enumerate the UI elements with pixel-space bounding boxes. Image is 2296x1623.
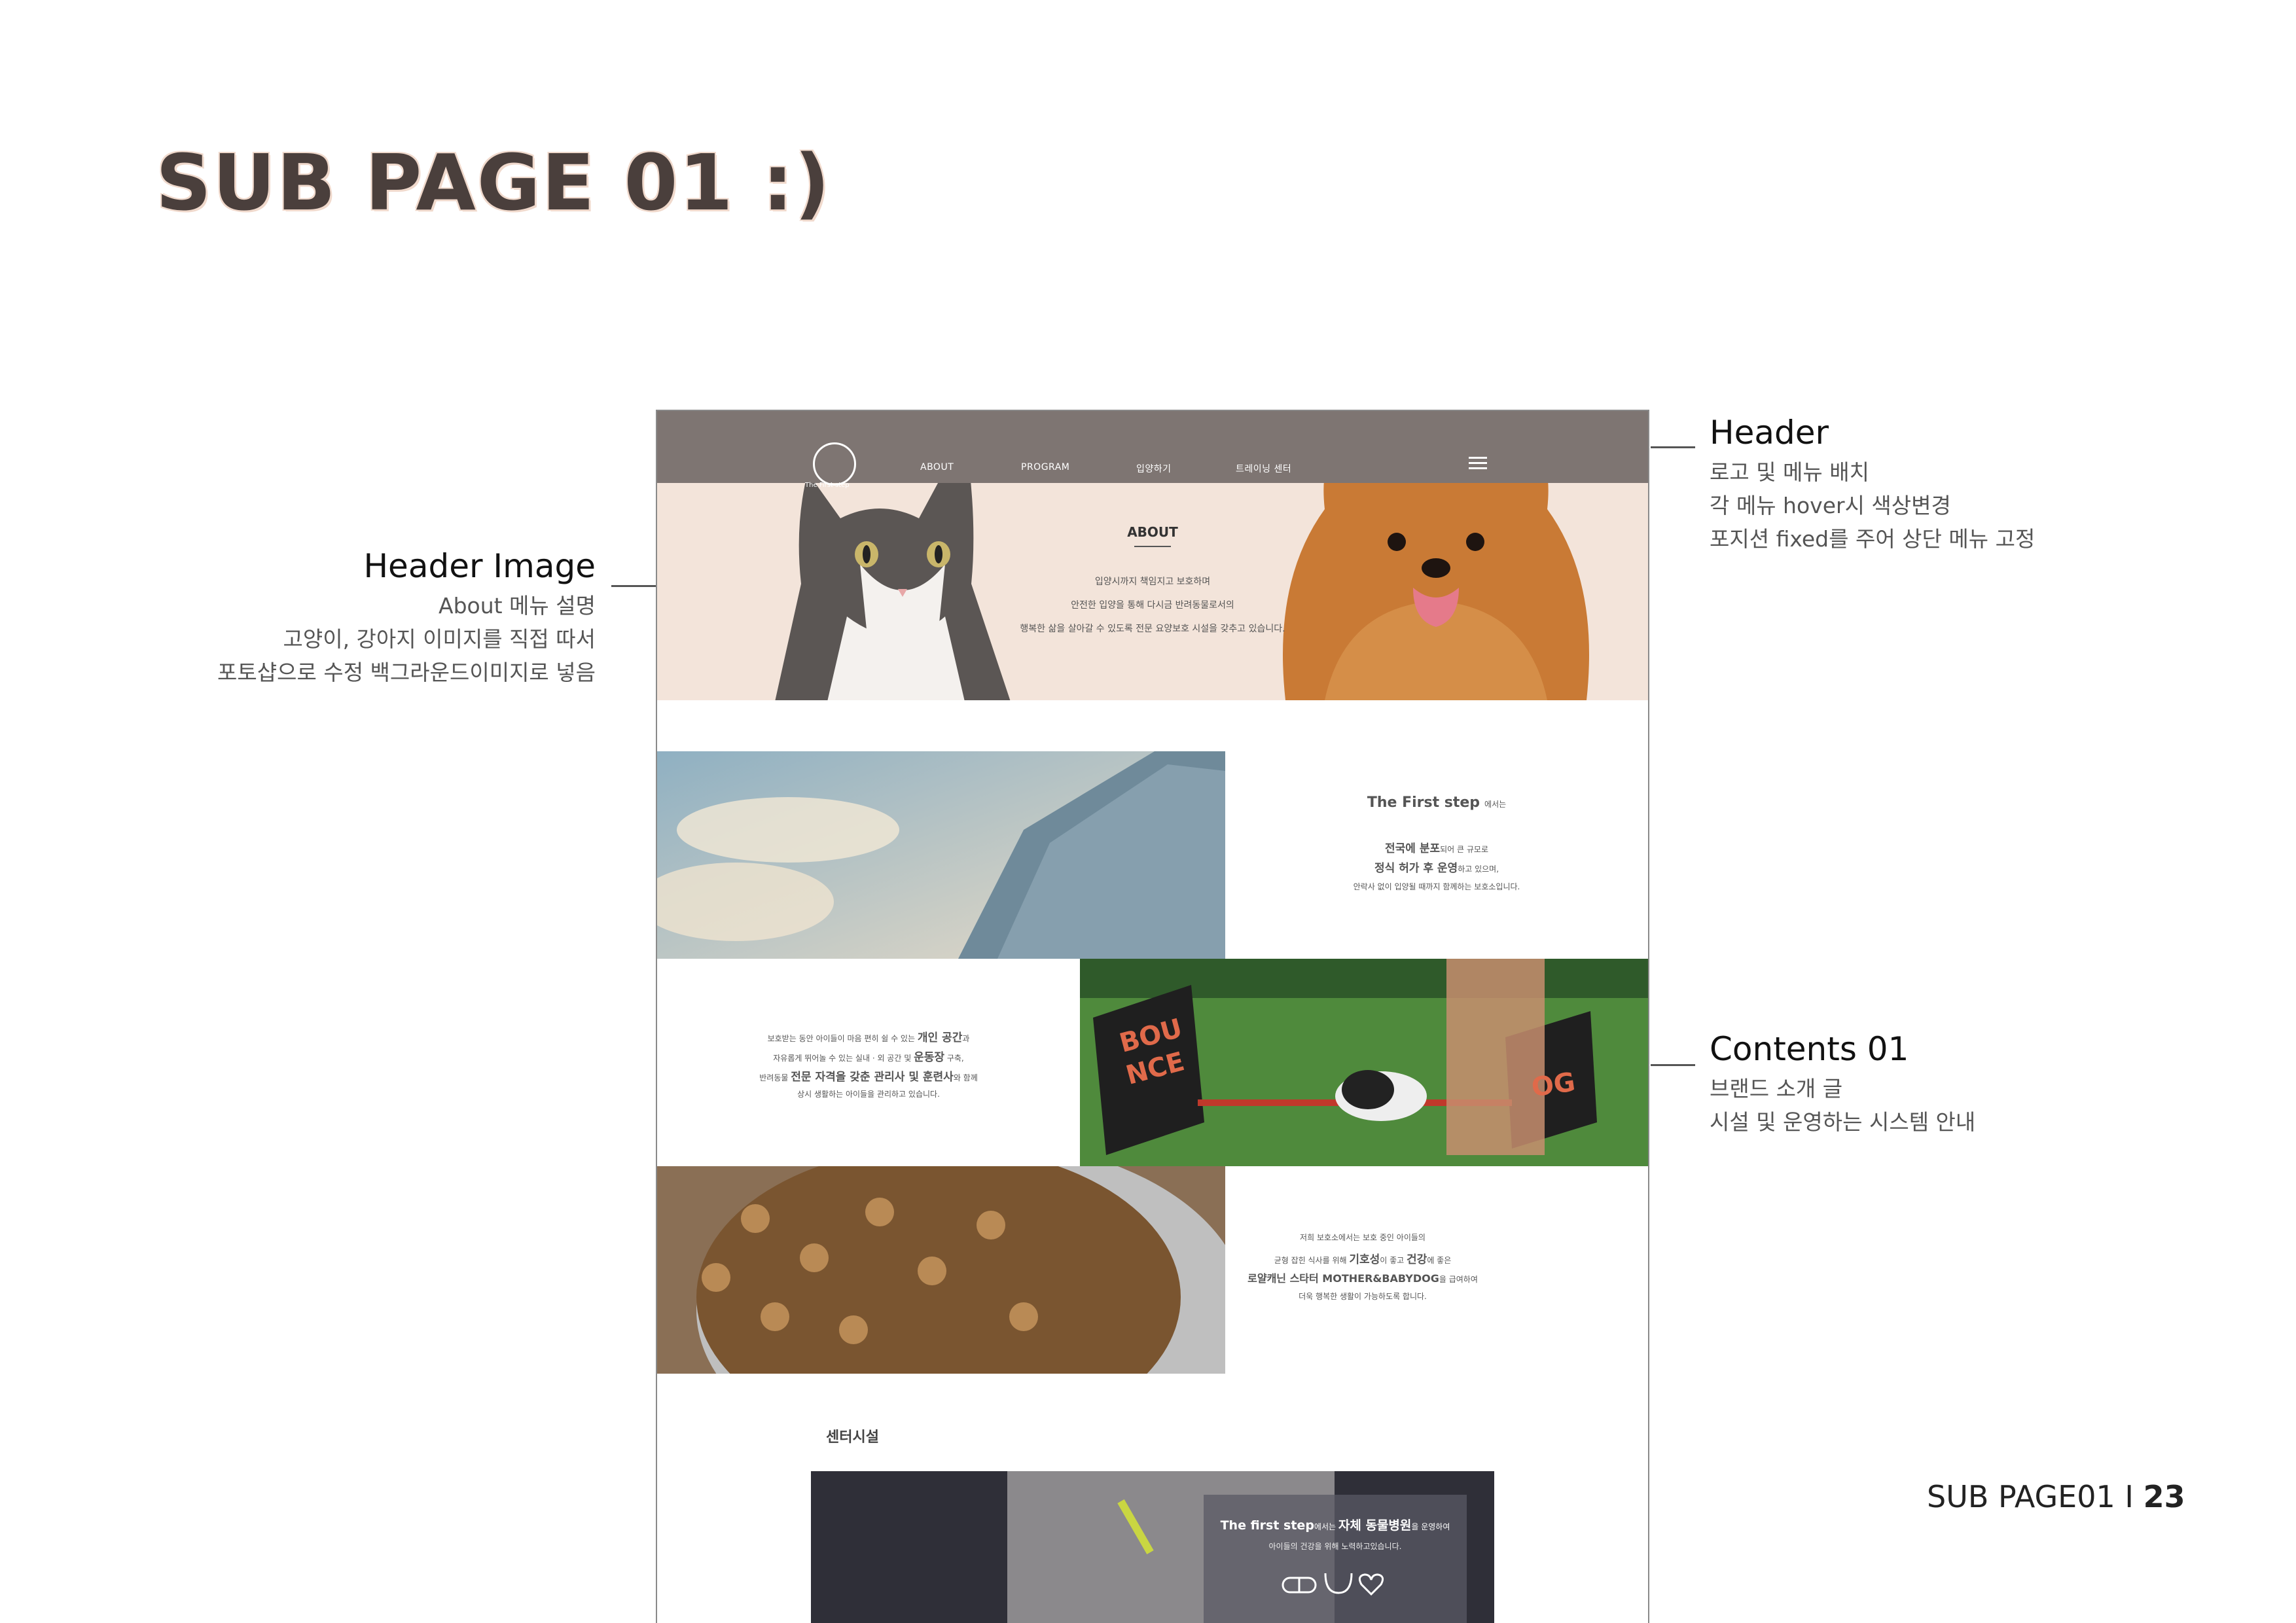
hero-text-line: 입양시까지 책임지고 보호하며 [1094, 577, 1211, 587]
annotation-header-image: Header Image About 메뉴 설명 고양이, 강아지 이미지를 직… [196, 547, 596, 689]
text-span: 이 좋고 [1380, 1256, 1405, 1265]
nav-item-adopt[interactable]: 입양하기 [1136, 462, 1172, 475]
food-line: 균형 잡힌 식사를 위해 기호성이 좋고 건강에 좋은 [1225, 1250, 1500, 1266]
vet-title: The first step에서는 자체 동물병원을 운영하여 [1204, 1516, 1467, 1533]
facility-line: 자유롭게 뛰어놀 수 있는 실내 · 외 공간 및 운동장 구축, [657, 1048, 1080, 1064]
text-bold: The first step [1220, 1518, 1314, 1533]
brand-title: The First step 에서는 [1225, 794, 1648, 811]
vet-info-box: The first step에서는 자체 동물병원을 운영하여 아이들의 건강을… [1204, 1495, 1467, 1623]
brand-line: 정식 허가 후 운영하고 있으며, [1225, 859, 1648, 875]
connector-line [611, 585, 656, 587]
brand-line-bold: 전국에 분포 [1385, 842, 1441, 855]
dog-training-image: BOU NCE OG [1080, 959, 1648, 1166]
text-span: 을 운영하여 [1411, 1522, 1450, 1531]
header-image-section: The First step ABOUT PROGRAM 입양하기 트레이닝 센… [657, 411, 1648, 700]
text-span: 을 급여하여 [1439, 1275, 1478, 1284]
footer-label-text: SUB PAGE01 I [1927, 1479, 2144, 1514]
logo-icon[interactable] [813, 442, 856, 486]
hero-underline [1134, 546, 1171, 547]
vet-image: The first step에서는 자체 동물병원을 운영하여 아이들의 건강을… [811, 1471, 1494, 1623]
text-span: 에서는 [1314, 1522, 1336, 1531]
nav-item-program[interactable]: PROGRAM [1021, 462, 1069, 473]
annotation-title: Header [1710, 414, 1829, 452]
hero-heading: ABOUT [1127, 524, 1178, 540]
text-bold: 기호성 [1349, 1253, 1380, 1266]
text-bold: 개인 공간 [917, 1031, 963, 1044]
text-span: 보호받는 동안 아이들이 마음 편히 쉴 수 있는 [767, 1034, 916, 1043]
website-mockup: The First step ABOUT PROGRAM 입양하기 트레이닝 센… [656, 410, 1649, 1623]
facility-line: 보호받는 동안 아이들이 마음 편히 쉴 수 있는 개인 공간과 [657, 1028, 1080, 1044]
hero-text-line: 행복한 삶을 살아갈 수 있도록 전문 요양보호 시설을 갖추고 있습니다. [1020, 624, 1285, 634]
text-bold: 운동장 [914, 1051, 944, 1064]
food-line: 저희 보호소에서는 보호 중인 아이들의 [1300, 1233, 1426, 1242]
text-span: 에 좋은 [1427, 1256, 1452, 1265]
connector-line [1651, 446, 1695, 448]
menu-icon[interactable] [1469, 457, 1487, 470]
page-number-label: SUB PAGE01 I 23 [1927, 1479, 2185, 1514]
facility-title: 센터시설 [826, 1429, 879, 1446]
brand-title-small: 에서는 [1484, 800, 1507, 809]
food-text: 저희 보호소에서는 보호 중인 아이들의 균형 잡힌 식사를 위해 기호성이 좋… [1225, 1166, 1648, 1374]
food-line: 더욱 행복한 생활이 가능하도록 합니다. [1299, 1292, 1427, 1301]
facility-text: 보호받는 동안 아이들이 마음 편히 쉴 수 있는 개인 공간과 자유롭게 뛰어… [657, 959, 1080, 1166]
text-bold: 건강 [1407, 1253, 1427, 1266]
annotation-line: 포토샵으로 수정 백그라운드이미지로 넣음 [217, 660, 596, 685]
brand-line: 안락사 없이 입양될 때까지 함께하는 보호소입니다. [1353, 882, 1520, 891]
food-line: 로얄캐닌 스타터 MOTHER&BABYDOG을 급여하여 [1225, 1270, 1500, 1285]
brand-title-bold: The First step [1367, 794, 1480, 811]
annotation-line: 로고 및 메뉴 배치 [1710, 459, 1869, 485]
hero-text-line: 안전한 입양을 통해 다시금 반려동물로서의 [1071, 600, 1234, 611]
header-navbar: The First step ABOUT PROGRAM 입양하기 트레이닝 센… [657, 411, 1648, 489]
annotation-line: 브랜드 소개 글 [1710, 1076, 1843, 1101]
text-bold: 전문 자격을 갖춘 관리사 및 훈련사 [791, 1071, 954, 1084]
pill-stethoscope-heart-icon [1282, 1573, 1384, 1596]
annotation-contents01: Contents 01 브랜드 소개 글 시설 및 운영하는 시스템 안내 [1710, 1030, 2168, 1139]
annotation-line: 시설 및 운영하는 시스템 안내 [1710, 1109, 1976, 1135]
brand-line-rest: 되어 큰 규모로 [1440, 845, 1488, 854]
dog-food-image [657, 1166, 1225, 1374]
annotation-line: About 메뉴 설명 [439, 593, 596, 618]
brand-line-bold: 정식 허가 후 운영 [1374, 862, 1458, 875]
footer-page-number: 23 [2143, 1479, 2185, 1514]
annotation-title: Header Image [363, 547, 596, 585]
text-span: 와 함께 [953, 1073, 978, 1082]
annotation-line: 각 메뉴 hover시 색상변경 [1710, 493, 1951, 518]
vet-line: 아이들의 건강을 위해 노력하고있습니다. [1268, 1542, 1402, 1551]
text-span: 자유롭게 뛰어놀 수 있는 실내 · 외 공간 및 [773, 1054, 912, 1063]
medical-icons [1280, 1568, 1391, 1601]
page-title: SUB PAGE 01 :) [156, 137, 831, 228]
connector-line [1651, 1064, 1695, 1066]
text-span: 구축, [946, 1054, 964, 1063]
sign-text: OG [1530, 1067, 1577, 1103]
text-bold: 자체 동물병원 [1338, 1518, 1412, 1533]
building-image [657, 751, 1225, 959]
brand-line-rest: 하고 있으며, [1458, 865, 1499, 874]
annotation-title: Contents 01 [1710, 1030, 1909, 1068]
annotation-line: 포지션 fixed를 주어 상단 메뉴 고정 [1710, 526, 2036, 552]
facility-line: 반려동물 전문 자격을 갖춘 관리사 및 훈련사와 함께 [657, 1067, 1080, 1084]
nav-item-training[interactable]: 트레이닝 센터 [1236, 462, 1291, 475]
annotation-line: 고양이, 강아지 이미지를 직접 따서 [283, 626, 596, 652]
text-span: 과 [962, 1034, 970, 1043]
text-span: 균형 잡힌 식사를 위해 [1274, 1256, 1347, 1265]
facility-line: 상시 생활하는 아이들을 관리하고 있습니다. [797, 1090, 940, 1099]
text-span: 반려동물 [759, 1073, 789, 1082]
brand-line: 전국에 분포되어 큰 규모로 [1225, 839, 1648, 855]
logo-text: The First step [805, 482, 850, 489]
brand-intro-text: The First step 에서는 전국에 분포되어 큰 규모로 정식 허가 … [1225, 751, 1648, 959]
nav-item-about[interactable]: ABOUT [920, 462, 954, 473]
text-bold: 로얄캐닌 스타터 MOTHER&BABYDOG [1247, 1272, 1439, 1285]
annotation-header: Header 로고 및 메뉴 배치 각 메뉴 hover시 색상변경 포지션 f… [1710, 414, 2168, 556]
